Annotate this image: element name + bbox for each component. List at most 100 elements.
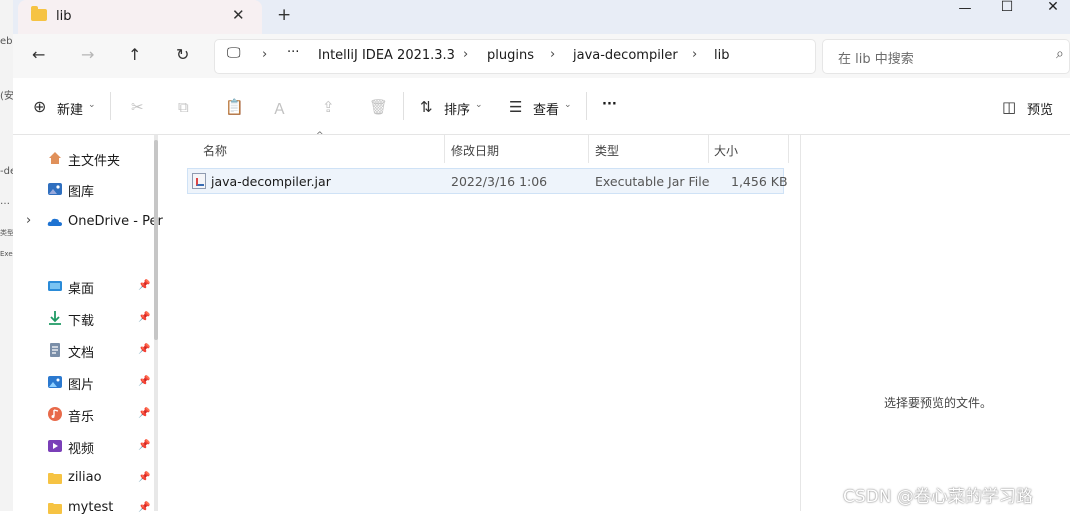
plus-icon: ⊕ [33, 97, 47, 116]
sidebar-item-label: 桌面 [68, 282, 95, 297]
divider [403, 92, 404, 120]
chevron-down-icon: ⌄ [564, 100, 572, 110]
chevron-right-icon[interactable]: › [262, 47, 267, 62]
preview-empty-text: 选择要预览的文件。 [884, 396, 993, 410]
tab-lib[interactable] [18, 0, 262, 34]
column-header-size[interactable]: 大小 [714, 142, 738, 159]
this-pc-icon[interactable]: 🖵 [227, 45, 241, 61]
pictures-icon [48, 376, 62, 388]
sidebar-scrollbar-thumb[interactable] [154, 140, 158, 340]
cloud-icon [47, 218, 62, 226]
divider [586, 92, 587, 120]
sidebar-item-label: 文档 [68, 346, 95, 361]
new-tab-button[interactable]: + [277, 5, 291, 25]
breadcrumb-item-current[interactable]: lib [714, 48, 729, 63]
pin-icon[interactable]: 📌 [138, 408, 150, 419]
cut-icon[interactable]: ✂ [131, 98, 144, 116]
file-size: 1,456 KB [731, 174, 788, 189]
sidebar-item-label: mytest [68, 500, 114, 515]
column-divider[interactable] [588, 135, 589, 163]
pin-icon[interactable]: 📌 [138, 280, 150, 291]
sidebar-item-label: 视频 [68, 442, 95, 457]
breadcrumb-overflow-button[interactable]: ··· [287, 45, 299, 60]
column-header-modified[interactable]: 修改日期 [451, 142, 499, 159]
fragment-text: eb [0, 36, 13, 47]
paste-icon[interactable]: 📋 [225, 98, 244, 116]
pin-icon[interactable]: 📌 [138, 312, 150, 323]
rename-icon[interactable]: Ａ [272, 98, 287, 119]
refresh-button[interactable]: ↻ [176, 45, 189, 64]
download-icon [49, 311, 61, 325]
watermark: CSDN @卷心菜的学习路 [843, 487, 1033, 507]
share-icon[interactable]: ⇪ [322, 98, 335, 116]
back-button[interactable]: ← [32, 45, 45, 64]
desktop-icon [48, 281, 62, 291]
new-button[interactable]: 新建 [57, 99, 83, 118]
copy-icon[interactable]: ⧉ [178, 98, 189, 116]
forward-button[interactable]: → [81, 45, 94, 64]
chevron-down-icon: ⌄ [475, 100, 483, 110]
close-window-button[interactable]: ✕ [1030, 0, 1070, 16]
search-icon[interactable]: ⌕ [1056, 46, 1064, 62]
pin-icon[interactable]: 📌 [138, 440, 150, 451]
chevron-right-icon[interactable]: › [550, 47, 555, 62]
fragment-text: 类型 [0, 229, 14, 237]
minimize-button[interactable]: — [942, 2, 988, 18]
search-placeholder: 在 lib 中搜索 [838, 52, 914, 67]
sort-button[interactable]: 排序 [444, 99, 470, 118]
sort-ascending-icon: ^ [316, 131, 324, 141]
fragment-text: (安 [0, 91, 14, 102]
pin-icon[interactable]: 📌 [138, 502, 150, 513]
more-options-button[interactable]: ··· [602, 97, 617, 112]
background-window-strip: eb (安 -de … 类型 Exec [0, 0, 14, 511]
fragment-text: Exec [0, 250, 13, 258]
fragment-text: … [0, 196, 10, 207]
video-icon [48, 440, 62, 452]
folder-icon [31, 6, 47, 21]
chevron-right-icon[interactable]: › [692, 47, 697, 62]
sidebar-item-label: 图库 [68, 185, 95, 200]
sidebar-item-label: ziliao [68, 470, 102, 485]
preview-pane-icon: ◫ [1002, 98, 1017, 116]
sidebar-item-label: 主文件夹 [68, 154, 121, 169]
breadcrumb-item[interactable]: plugins [487, 48, 534, 63]
preview-pane-divider[interactable] [800, 135, 801, 511]
view-button[interactable]: 查看 [533, 99, 559, 118]
column-divider[interactable] [708, 135, 709, 163]
chevron-down-icon: ⌄ [88, 100, 96, 110]
pin-icon[interactable]: 📌 [138, 472, 150, 483]
sidebar-item-label: 音乐 [68, 410, 95, 425]
file-modified: 2022/3/16 1:06 [451, 174, 548, 189]
pin-icon[interactable]: 📌 [138, 344, 150, 355]
view-icon: ☰ [509, 98, 523, 116]
folder-icon [48, 503, 62, 514]
file-name[interactable]: java-decompiler.jar [211, 174, 331, 189]
gallery-icon [48, 183, 62, 195]
sidebar-item-label: OneDrive - Per [68, 214, 163, 229]
tab-title: lib [56, 9, 72, 24]
delete-icon[interactable]: 🗑 [369, 98, 388, 116]
column-divider[interactable] [444, 135, 445, 163]
fragment-text: -de [0, 166, 13, 177]
music-icon [48, 407, 62, 421]
up-button[interactable]: ↑ [128, 45, 141, 64]
expand-chevron-icon[interactable]: › [26, 213, 31, 228]
pin-icon[interactable]: 📌 [138, 376, 150, 387]
folder-icon [48, 473, 62, 484]
home-icon [49, 152, 61, 164]
breadcrumb-item[interactable]: java-decompiler [573, 48, 678, 63]
sidebar-item-label: 下载 [68, 314, 95, 329]
divider [110, 92, 111, 120]
file-type: Executable Jar File [595, 174, 710, 189]
preview-button[interactable]: 预览 [1027, 99, 1053, 118]
maximize-button[interactable]: ☐ [984, 0, 1030, 16]
breadcrumb-item[interactable]: IntelliJ IDEA 2021.3.3 [318, 48, 455, 63]
document-icon [50, 343, 60, 357]
column-header-name[interactable]: 名称 [203, 142, 227, 159]
sort-icon: ⇅ [420, 98, 433, 116]
close-tab-icon[interactable]: ✕ [232, 6, 245, 24]
column-header-type[interactable]: 类型 [595, 142, 619, 159]
jar-file-icon [192, 173, 206, 189]
chevron-right-icon[interactable]: › [463, 47, 468, 62]
column-divider[interactable] [788, 135, 789, 163]
